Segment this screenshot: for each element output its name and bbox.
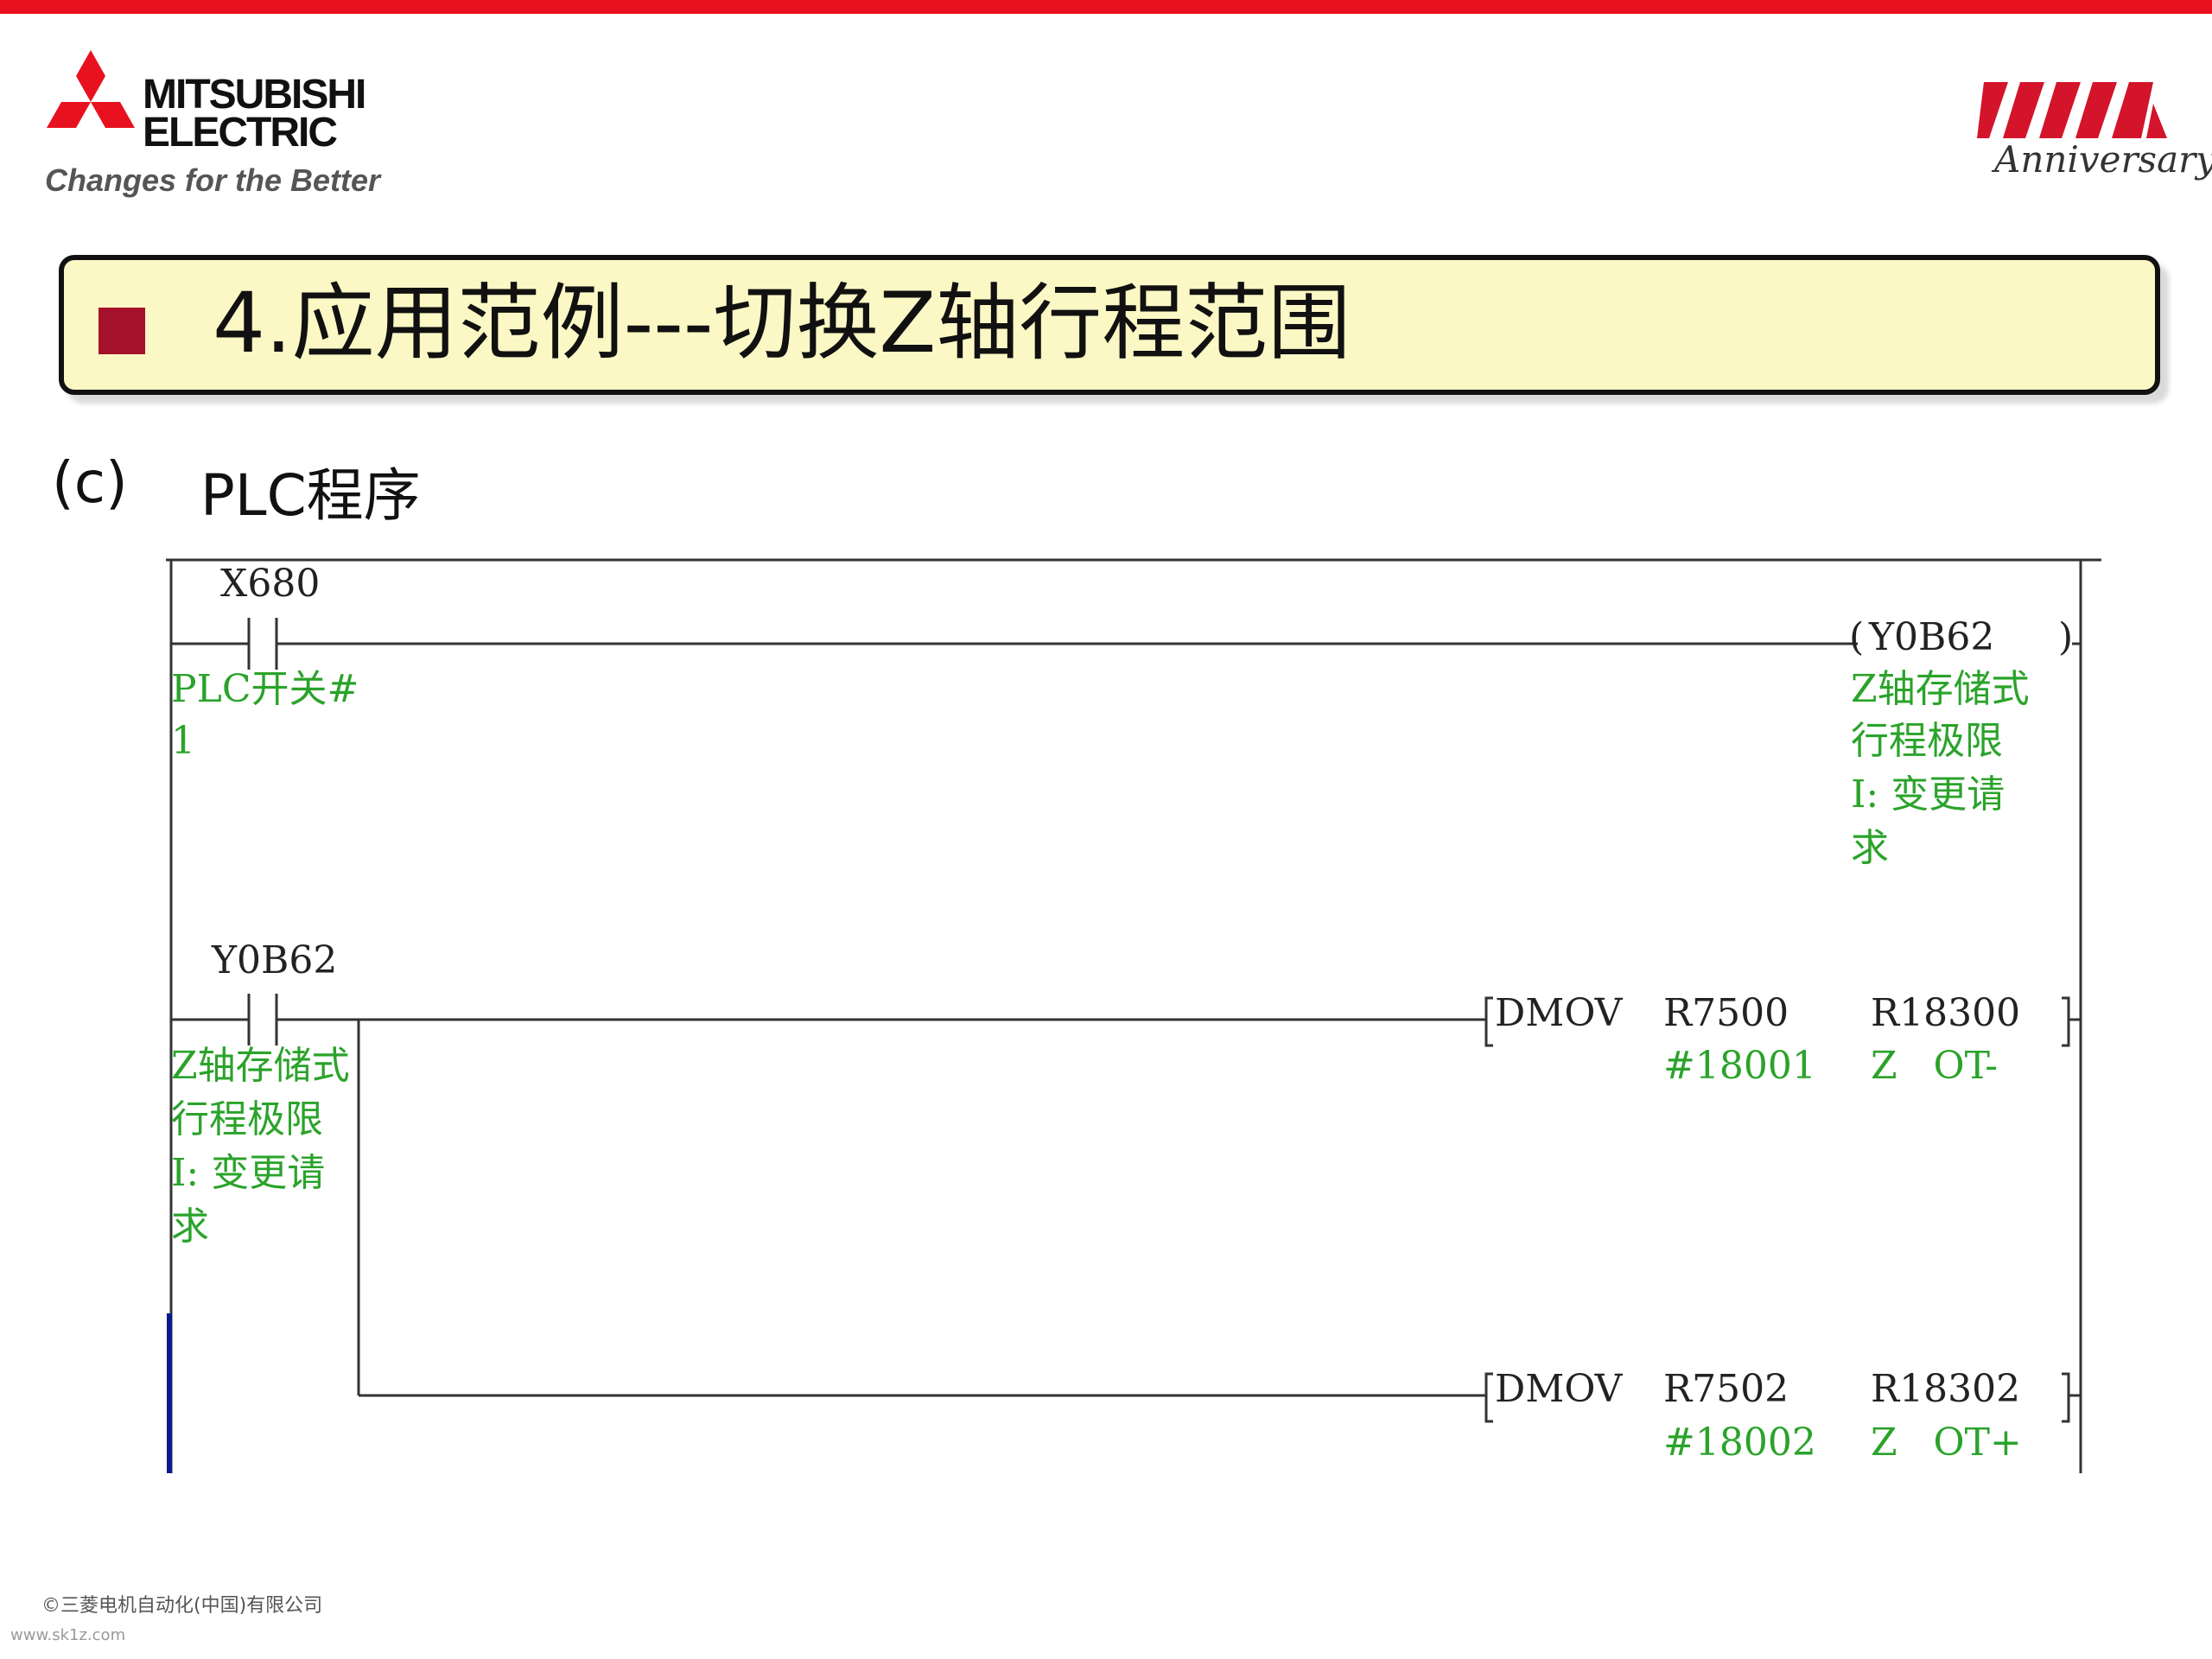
rung1-coil-comment-2: 行程极限 xyxy=(1851,719,2003,763)
rung1-contact-comment-2: 1 xyxy=(171,719,195,763)
instr2-src: R7502 xyxy=(1663,1367,1789,1411)
rung2-contact-comment-2: 行程极限 xyxy=(171,1097,323,1141)
rung1-contact-address: X680 xyxy=(220,562,320,606)
instr1-op: DMOV xyxy=(1495,991,1624,1035)
instr2-dst-comment: Z OT+ xyxy=(1871,1421,2022,1465)
rung1-coil-comment-1: Z轴存储式 xyxy=(1851,667,2030,711)
rung2-contact-comment-3: I: 变更请 xyxy=(171,1151,325,1195)
plc-ladder-diagram: X680 PLC开关# 1 ( Y0B62 ) Z轴存储式 行程极限 I: 变更… xyxy=(166,558,2101,1473)
rung2-contact-address: Y0B62 xyxy=(211,938,337,982)
coil-open-paren: ( xyxy=(1849,615,1864,659)
instr1-dst: R18300 xyxy=(1871,991,2020,1035)
rung1-coil-comment-4: 求 xyxy=(1851,826,1889,870)
instr1-src-comment: #18001 xyxy=(1663,1044,1816,1088)
instr1-src: R7500 xyxy=(1663,991,1789,1035)
rung1-coil-address: Y0B62 xyxy=(1868,615,1994,659)
footer-watermark: www.sk1z.com xyxy=(10,1626,126,1644)
instr1-right-bracket xyxy=(2062,996,2070,1047)
coil-close-paren: ) xyxy=(2058,615,2073,659)
instr2-left-bracket xyxy=(1484,1372,1493,1423)
instr2-src-comment: #18002 xyxy=(1663,1421,1816,1465)
rung2-contact-comment-4: 求 xyxy=(171,1205,209,1249)
instr2-dst: R18302 xyxy=(1871,1367,2020,1411)
instr2-right-bracket xyxy=(2062,1372,2070,1423)
footer-copyright: ©三菱电机自动化(中国)有限公司 xyxy=(41,1595,323,1617)
instr1-left-bracket xyxy=(1484,996,1493,1047)
rung2-contact-comment-1: Z轴存储式 xyxy=(171,1044,350,1088)
instr2-op: DMOV xyxy=(1495,1367,1624,1411)
rung1-contact-comment-1: PLC开关# xyxy=(171,667,359,711)
rung1-coil-comment-3: I: 变更请 xyxy=(1851,772,2005,817)
instr1-dst-comment: Z OT- xyxy=(1871,1044,1998,1088)
